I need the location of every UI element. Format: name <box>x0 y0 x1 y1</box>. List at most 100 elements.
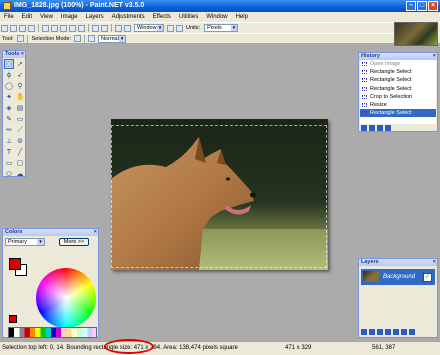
duplicate-layer-icon[interactable] <box>377 329 383 335</box>
crop-icon[interactable] <box>69 24 76 32</box>
layer-name: Background <box>383 274 416 280</box>
pencil-tool-icon[interactable]: ✏ <box>4 125 14 135</box>
undo-icon[interactable] <box>369 125 375 131</box>
rectangle-select-tool-icon[interactable]: ⬚ <box>4 59 14 69</box>
menu-view[interactable]: View <box>36 12 57 22</box>
rewind-icon[interactable] <box>361 125 367 131</box>
app-icon <box>3 2 11 10</box>
redo-icon[interactable] <box>101 24 108 32</box>
title-bar: IMG_1828.jpg (100%) - Paint.NET v3.5.0 –… <box>0 0 440 12</box>
recolor-tool-icon[interactable]: ⊘ <box>15 136 25 146</box>
copy-icon[interactable] <box>51 24 58 32</box>
menu-effects[interactable]: Effects <box>149 12 175 22</box>
move-up-icon[interactable] <box>393 329 399 335</box>
toolbar-divider <box>38 24 39 32</box>
main-toolbar: Window Units: Pixels <box>0 22 440 33</box>
image-thumbnail[interactable] <box>394 22 438 46</box>
magic-wand-tool-icon[interactable]: ✦ <box>4 92 14 102</box>
paintbrush-tool-icon[interactable]: ✎ <box>4 114 14 124</box>
ellipse-tool-icon[interactable]: ⬭ <box>4 169 14 179</box>
zoom-tool-icon[interactable]: ⚲ <box>15 81 25 91</box>
cut-icon[interactable] <box>42 24 49 32</box>
menu-image[interactable]: Image <box>57 12 82 22</box>
freeform-shape-tool-icon[interactable]: ☁ <box>15 169 25 179</box>
window-title: IMG_1828.jpg (100%) - Paint.NET v3.5.0 <box>14 2 145 9</box>
history-item[interactable]: Open Image <box>360 60 436 68</box>
selection-marquee[interactable] <box>111 125 327 268</box>
more-colors-button[interactable]: More >> <box>59 238 89 246</box>
close-icon[interactable]: × <box>433 259 436 266</box>
pan-tool-icon[interactable]: ✋ <box>15 92 25 102</box>
undo-icon[interactable] <box>92 24 99 32</box>
menu-window[interactable]: Window <box>202 12 231 22</box>
history-item[interactable]: Crop to Selection <box>360 93 436 101</box>
paint-bucket-tool-icon[interactable]: ◈ <box>4 103 14 113</box>
lasso-tool-icon[interactable]: ϕ <box>4 70 14 80</box>
menu-file[interactable]: File <box>0 12 18 22</box>
move-tool-icon[interactable]: ➚ <box>15 59 25 69</box>
deselect-icon[interactable] <box>78 24 85 32</box>
grid-icon[interactable] <box>115 24 122 32</box>
layer-row[interactable]: Background ✓ <box>361 269 435 285</box>
menu-layers[interactable]: Layers <box>82 12 108 22</box>
merge-layer-icon[interactable] <box>385 329 391 335</box>
history-controls <box>359 124 437 132</box>
swap-colors-icon[interactable] <box>9 315 17 323</box>
menu-utilities[interactable]: Utilities <box>175 12 202 22</box>
zoom-icon[interactable] <box>124 24 131 32</box>
primary-color-swatch[interactable] <box>9 258 21 270</box>
layer-properties-icon[interactable] <box>409 329 415 335</box>
rectangle-select-icon[interactable] <box>16 35 24 42</box>
redo-icon[interactable] <box>377 125 383 131</box>
blend-mode-select[interactable]: Normal <box>98 34 127 43</box>
history-item-selected[interactable]: Rectangle Select <box>360 109 436 118</box>
palette-icon[interactable] <box>167 24 174 32</box>
ruler-icon[interactable] <box>176 24 183 32</box>
close-icon[interactable]: × <box>433 53 436 60</box>
history-item[interactable]: Rectangle Select <box>360 85 436 93</box>
ellipse-select-tool-icon[interactable]: ◯ <box>4 81 14 91</box>
window-select[interactable]: Window <box>134 24 164 32</box>
color-wheel[interactable] <box>36 268 96 328</box>
color-picker-tool-icon[interactable]: ⟋ <box>15 125 25 135</box>
close-icon[interactable]: × <box>21 51 24 58</box>
print-icon[interactable] <box>28 24 35 32</box>
color-mode-select[interactable]: Primary <box>5 238 45 246</box>
image-canvas[interactable] <box>111 119 328 270</box>
text-tool-icon[interactable]: T <box>4 147 14 157</box>
selection-mode-icon[interactable] <box>74 35 82 42</box>
layers-controls <box>361 329 415 335</box>
paste-icon[interactable] <box>60 24 67 32</box>
maximize-button[interactable]: □ <box>417 1 427 11</box>
move-down-icon[interactable] <box>401 329 407 335</box>
add-layer-icon[interactable] <box>361 329 367 335</box>
clone-stamp-tool-icon[interactable]: ⊥ <box>4 136 14 146</box>
selection-mode-label: Selection Mode: <box>31 35 72 42</box>
rectangle-tool-icon[interactable]: ▭ <box>4 158 14 168</box>
units-select[interactable]: Pixels <box>204 24 239 32</box>
delete-layer-icon[interactable] <box>369 329 375 335</box>
antialias-icon[interactable] <box>88 35 96 42</box>
menu-help[interactable]: Help <box>232 12 252 22</box>
rounded-rectangle-tool-icon[interactable]: ▢ <box>15 158 25 168</box>
menu-edit[interactable]: Edit <box>18 12 36 22</box>
new-file-icon[interactable] <box>1 24 8 32</box>
layer-visibility-checkbox[interactable]: ✓ <box>423 273 432 282</box>
color-palette[interactable] <box>8 327 97 338</box>
history-item[interactable]: Resize <box>360 101 436 109</box>
open-file-icon[interactable] <box>10 24 17 32</box>
history-item[interactable]: Rectangle Select <box>360 68 436 76</box>
units-label: Units: <box>186 25 201 31</box>
save-icon[interactable] <box>19 24 26 32</box>
close-button[interactable]: × <box>428 1 438 11</box>
history-item[interactable]: Rectangle Select <box>360 76 436 84</box>
move-selection-tool-icon[interactable]: ➶ <box>15 70 25 80</box>
menu-bar: File Edit View Image Layers Adjustments … <box>0 12 440 22</box>
fast-forward-icon[interactable] <box>385 125 391 131</box>
menu-adjustments[interactable]: Adjustments <box>108 12 149 22</box>
line-tool-icon[interactable]: ╱ <box>15 147 25 157</box>
minimize-button[interactable]: – <box>406 1 416 11</box>
gradient-tool-icon[interactable]: ▤ <box>15 103 25 113</box>
eraser-tool-icon[interactable]: ▭ <box>15 114 25 124</box>
close-icon[interactable]: × <box>94 229 97 236</box>
